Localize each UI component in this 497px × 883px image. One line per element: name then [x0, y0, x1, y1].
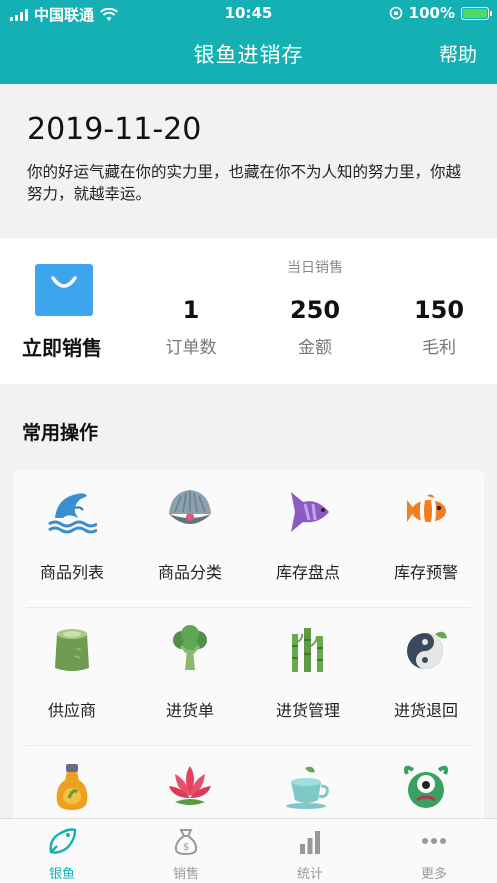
current-date: 2019-11-20 — [27, 112, 202, 147]
tab-statistics[interactable]: 统计 — [248, 819, 372, 883]
money-bag-icon: $ — [174, 829, 198, 856]
operations-grid: 商品列表 商品分类 库存盘点 库存预警 供应商 进货单 进货管理 进货退回 — [13, 470, 484, 830]
order-count-stat[interactable]: 1 订单数 — [141, 296, 241, 358]
green-monster-icon — [403, 765, 449, 808]
op-purchase-return[interactable]: 进货退回 — [367, 608, 484, 746]
battery-percent: 100% — [408, 4, 455, 22]
op-label: 商品分类 — [157, 563, 222, 582]
op-product-list[interactable]: 商品列表 — [13, 470, 131, 608]
tab-sales[interactable]: $ 销售 — [124, 819, 248, 883]
angelfish-icon — [291, 492, 329, 532]
gross-profit-value: 150 — [413, 296, 465, 324]
op-inventory-check[interactable]: 库存盘点 — [249, 470, 367, 608]
motto-text: 你的好运气藏在你的实力里，也藏在你不为人知的努力里，你越努力，就越幸运。 — [27, 163, 462, 203]
tab-label: 银鱼 — [48, 867, 75, 882]
op-inventory-warning[interactable]: 库存预警 — [367, 470, 484, 608]
status-bar: 中国联通 10:45 100% — [0, 0, 497, 26]
sales-summary-card: 立即销售 当日销售 1 订单数 250 金额 150 毛利 — [0, 238, 497, 384]
dolphin-icon — [48, 493, 97, 534]
op-label: 商品列表 — [39, 563, 104, 582]
bamboo-stump-icon — [55, 629, 89, 671]
operations-row: 供应商 进货单 进货管理 进货退回 — [13, 608, 484, 746]
tab-label: 更多 — [420, 867, 447, 882]
op-product-category[interactable]: 商品分类 — [131, 470, 249, 608]
orientation-lock-icon — [389, 6, 402, 20]
lotus-icon — [169, 766, 211, 805]
op-label: 供应商 — [47, 701, 96, 720]
page-title: 银鱼进销存 — [193, 43, 304, 67]
op-purchase-order[interactable]: 进货单 — [131, 608, 249, 746]
help-button[interactable]: 帮助 — [439, 40, 477, 67]
op-label: 库存预警 — [393, 563, 458, 582]
more-dots-icon — [422, 838, 446, 844]
op-label: 进货退回 — [393, 701, 458, 720]
svg-text:$: $ — [183, 842, 189, 853]
tab-label: 销售 — [172, 867, 199, 882]
amount-value: 250 — [289, 296, 341, 324]
status-right: 100% — [389, 4, 492, 22]
bamboo-icon — [292, 628, 323, 672]
app-header: 中国联通 10:45 100% 银鱼进销存 帮助 — [0, 0, 497, 84]
shopping-bag-icon[interactable] — [35, 264, 93, 316]
order-count-value: 1 — [182, 296, 200, 324]
order-count-label: 订单数 — [165, 338, 217, 358]
tab-more[interactable]: 更多 — [372, 819, 496, 883]
common-operations-title: 常用操作 — [22, 422, 99, 444]
tab-label: 统计 — [296, 867, 323, 882]
amount-stat[interactable]: 250 金额 — [265, 296, 365, 358]
gross-profit-label: 毛利 — [422, 338, 456, 358]
oil-bottle-icon — [56, 764, 88, 810]
today-sales-label: 当日销售 — [287, 260, 343, 276]
tea-cup-icon — [286, 766, 329, 809]
tab-home[interactable]: 银鱼 — [0, 819, 124, 883]
amount-label: 金额 — [298, 338, 332, 358]
fish-icon — [49, 828, 77, 854]
op-label: 库存盘点 — [275, 563, 340, 582]
clownfish-icon — [407, 494, 446, 523]
op-purchase-management[interactable]: 进货管理 — [249, 608, 367, 746]
battery-icon — [461, 6, 492, 20]
operations-row: 商品列表 商品分类 库存盘点 库存预警 — [13, 470, 484, 608]
bar-chart-icon — [300, 831, 320, 854]
gross-profit-stat[interactable]: 150 毛利 — [389, 296, 489, 358]
yin-yang-icon — [407, 631, 447, 669]
op-label: 进货管理 — [275, 701, 340, 720]
op-label: 进货单 — [165, 701, 214, 720]
op-supplier[interactable]: 供应商 — [13, 608, 131, 746]
bottom-tab-bar: 银鱼 $ 销售 统计 更多 — [0, 818, 497, 883]
sell-now-button[interactable]: 立即销售 — [22, 332, 102, 361]
date-card: 2019-11-20 你的好运气藏在你的实力里，也藏在你不为人知的努力里，你越努… — [0, 84, 497, 238]
broccoli-icon — [173, 625, 207, 670]
oyster-pearl-icon — [169, 490, 211, 524]
navigation-bar: 银鱼进销存 帮助 — [0, 30, 497, 76]
